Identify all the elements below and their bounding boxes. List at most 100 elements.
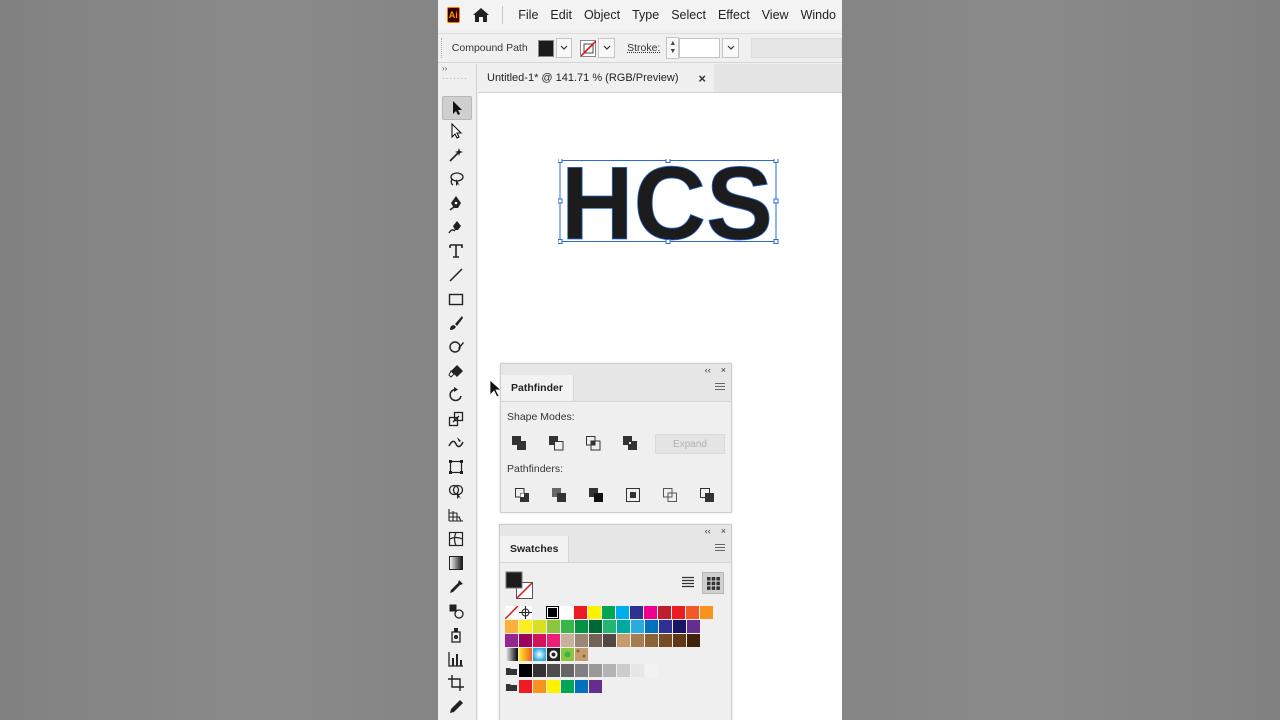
menu-effect[interactable]: Effect: [712, 8, 756, 22]
color-swatch[interactable]: [658, 606, 671, 619]
grid-view-icon[interactable]: [702, 572, 724, 594]
black-swatch-selected[interactable]: [546, 606, 559, 619]
type-tool-icon[interactable]: [442, 240, 470, 262]
color-swatch[interactable]: [645, 664, 658, 677]
color-swatch[interactable]: [659, 634, 672, 647]
column-graph-tool-icon[interactable]: [442, 648, 470, 670]
color-swatch[interactable]: [687, 634, 700, 647]
document-tab[interactable]: Untitled-1* @ 141.71 % (RGB/Preview) ×: [478, 64, 714, 92]
color-swatch[interactable]: [561, 620, 574, 633]
mesh-tool-icon[interactable]: [442, 528, 470, 550]
color-swatch[interactable]: [588, 606, 601, 619]
color-swatch[interactable]: [533, 680, 546, 693]
minus-back-icon[interactable]: [698, 486, 716, 504]
color-swatch[interactable]: [575, 680, 588, 693]
outline-icon[interactable]: [661, 486, 679, 504]
divide-icon[interactable]: [513, 486, 531, 504]
color-swatch[interactable]: [673, 634, 686, 647]
color-swatch[interactable]: [561, 664, 574, 677]
color-swatch[interactable]: [575, 620, 588, 633]
eraser-tool-icon[interactable]: [442, 360, 470, 382]
color-swatch[interactable]: [533, 634, 546, 647]
color-swatch[interactable]: [519, 620, 532, 633]
free-transform-tool-icon[interactable]: [442, 456, 470, 478]
color-swatch[interactable]: [686, 606, 699, 619]
curvature-tool-icon[interactable]: [442, 216, 470, 238]
registration-swatch-icon[interactable]: [519, 606, 532, 619]
color-swatch[interactable]: [561, 634, 574, 647]
pattern-swatch[interactable]: [547, 648, 560, 661]
color-swatch[interactable]: [589, 680, 602, 693]
blend-tool-icon[interactable]: [442, 600, 470, 622]
trim-icon[interactable]: [550, 486, 568, 504]
color-swatch[interactable]: [631, 664, 644, 677]
menu-object[interactable]: Object: [578, 8, 626, 22]
gradient-swatch[interactable]: [533, 648, 546, 661]
home-icon[interactable]: [472, 5, 490, 25]
stroke-color-swatch[interactable]: [580, 39, 597, 57]
color-swatch[interactable]: [575, 634, 588, 647]
merge-icon[interactable]: [587, 486, 605, 504]
perspective-grid-tool-icon[interactable]: [442, 504, 470, 526]
menu-view[interactable]: View: [756, 8, 795, 22]
caret-up-icon[interactable]: ▲: [669, 40, 676, 48]
color-swatch[interactable]: [560, 606, 573, 619]
caret-down-icon[interactable]: ▼: [669, 48, 676, 56]
close-icon[interactable]: ×: [721, 526, 726, 536]
color-swatch[interactable]: [533, 620, 546, 633]
color-swatch[interactable]: [574, 606, 587, 619]
tab-swatches[interactable]: Swatches: [500, 536, 570, 562]
menu-window[interactable]: Windo: [795, 8, 842, 22]
color-swatch[interactable]: [630, 606, 643, 619]
fill-color-swatch[interactable]: [537, 39, 554, 57]
panel-menu-icon[interactable]: [715, 383, 725, 392]
color-swatch[interactable]: [700, 606, 713, 619]
color-swatch[interactable]: [533, 664, 546, 677]
lasso-tool-icon[interactable]: [442, 168, 470, 190]
control-bar-grip[interactable]: [441, 38, 445, 58]
color-swatch[interactable]: [631, 634, 644, 647]
expand-button[interactable]: Expand: [655, 434, 725, 454]
color-swatch[interactable]: [505, 620, 518, 633]
close-icon[interactable]: ×: [698, 71, 706, 86]
list-view-icon[interactable]: [678, 572, 698, 592]
color-swatch[interactable]: [505, 634, 518, 647]
tab-pathfinder[interactable]: Pathfinder: [501, 375, 574, 401]
color-group-folder-icon[interactable]: [505, 680, 518, 693]
stroke-label[interactable]: Stroke:: [627, 42, 660, 54]
rectangle-tool-icon[interactable]: [442, 288, 470, 310]
selection-tool-icon[interactable]: [442, 96, 472, 120]
artboard-tool-icon[interactable]: [442, 672, 470, 694]
color-swatch[interactable]: [547, 620, 560, 633]
unite-icon[interactable]: [510, 434, 528, 452]
stroke-weight-input[interactable]: [679, 38, 721, 58]
shaper-tool-icon[interactable]: [442, 336, 470, 358]
color-swatch[interactable]: [589, 664, 602, 677]
color-swatch[interactable]: [547, 664, 560, 677]
gradient-swatch[interactable]: [505, 648, 518, 661]
color-swatch[interactable]: [519, 634, 532, 647]
none-swatch-icon[interactable]: [505, 606, 518, 619]
color-swatch[interactable]: [575, 664, 588, 677]
minus-front-icon[interactable]: [547, 434, 565, 452]
pattern-swatch[interactable]: [561, 648, 574, 661]
magic-wand-tool-icon[interactable]: [442, 144, 470, 166]
color-swatch[interactable]: [616, 606, 629, 619]
crop-icon[interactable]: [624, 486, 642, 504]
slice-tool-icon[interactable]: [442, 696, 470, 718]
color-swatch[interactable]: [602, 606, 615, 619]
gradient-tool-icon[interactable]: [442, 552, 470, 574]
color-swatch[interactable]: [617, 620, 630, 633]
color-swatch[interactable]: [659, 620, 672, 633]
direct-selection-tool-icon[interactable]: [442, 120, 470, 142]
symbol-sprayer-tool-icon[interactable]: [442, 624, 470, 646]
color-swatch[interactable]: [561, 680, 574, 693]
color-swatch[interactable]: [547, 634, 560, 647]
color-swatch[interactable]: [519, 680, 532, 693]
fill-stroke-indicator[interactable]: [505, 571, 535, 601]
fill-dropdown-button[interactable]: [555, 38, 573, 58]
color-swatch[interactable]: [589, 620, 602, 633]
pattern-swatch[interactable]: [575, 648, 588, 661]
close-icon[interactable]: ×: [721, 365, 726, 375]
color-swatch[interactable]: [617, 664, 630, 677]
